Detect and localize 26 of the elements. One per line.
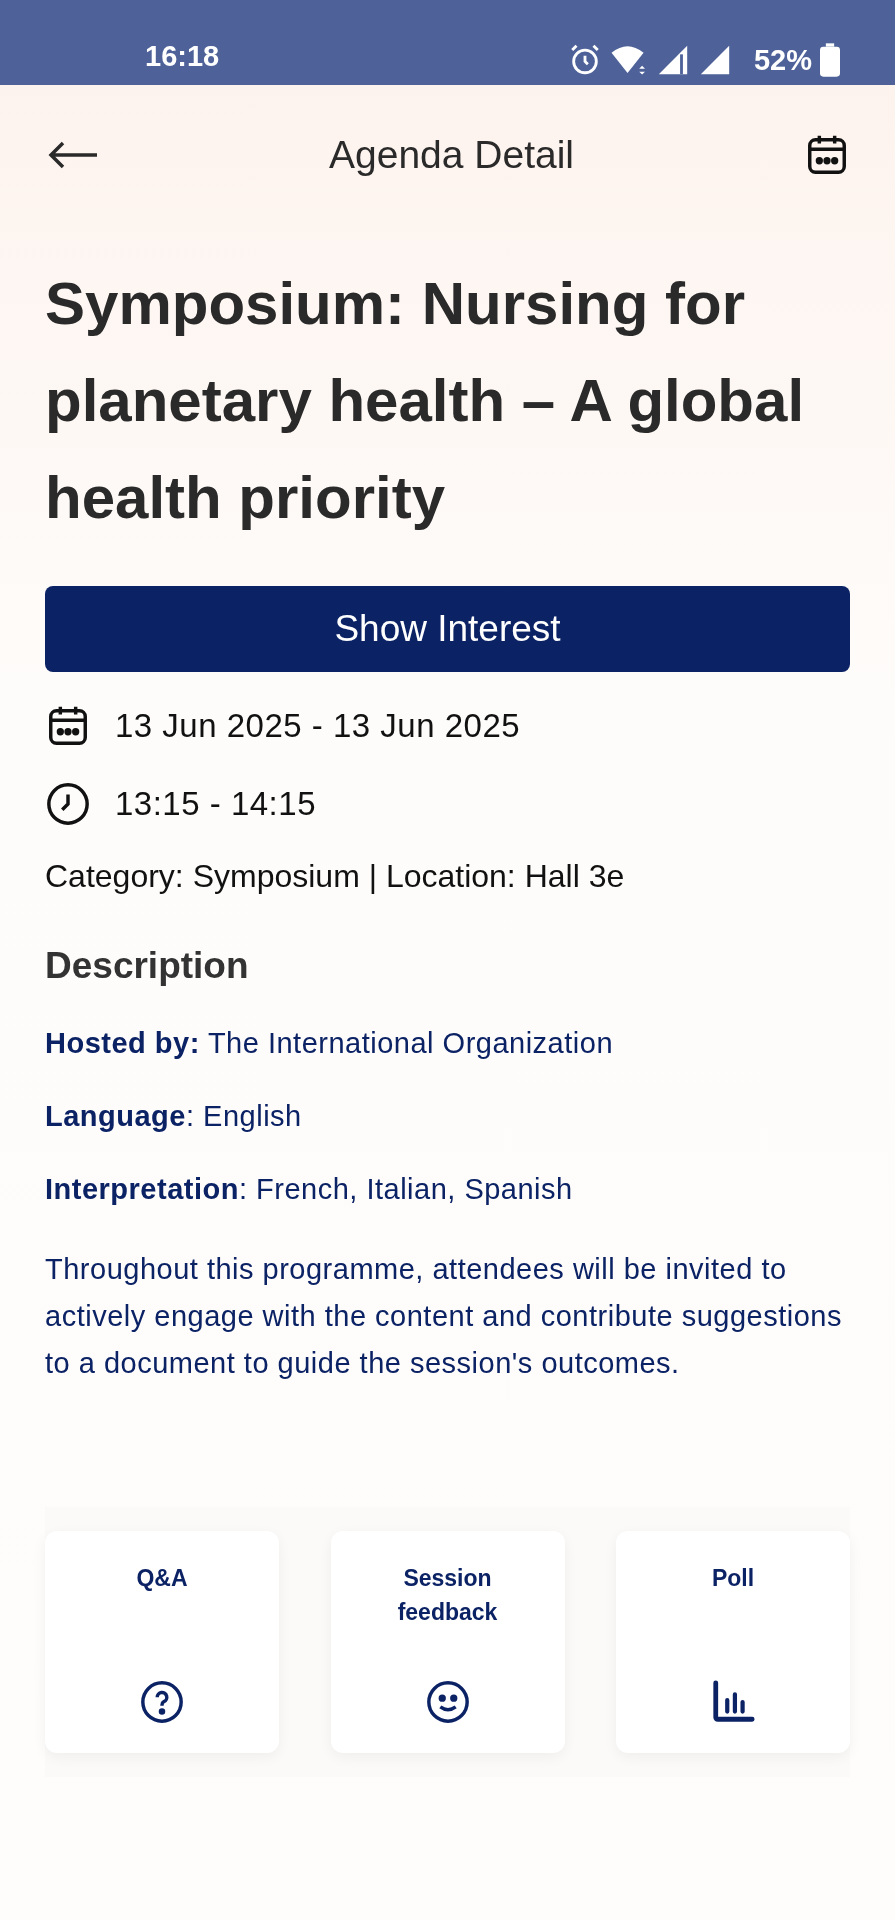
page-title: Agenda Detail (329, 133, 574, 177)
battery-icon (820, 43, 840, 77)
smiley-icon (424, 1679, 471, 1725)
wifi-icon (609, 44, 648, 76)
battery-level: 52% (753, 43, 812, 77)
bar-chart-icon (710, 1679, 756, 1725)
show-interest-button[interactable]: Show Interest (45, 586, 850, 672)
card-label: Session feedback (396, 1564, 499, 1627)
description-line: Interpretation: French, Italian, Spanish (45, 1173, 574, 1206)
description-paragraph: Throughout this programme, attendees will be invited to actively engage with the content and contribute suggestions to a document to guide the session's outcomes. (45, 1252, 843, 1381)
category-location: Category: Symposium | Location: Hall 3e (45, 858, 626, 895)
description-line: Language: English (45, 1100, 303, 1133)
event-title: Symposium: Nursing for planetary health – A global health priority (45, 269, 806, 533)
description-line: Hosted by: The International Organization (45, 1027, 614, 1060)
action-card[interactable]: Q&A (45, 1531, 279, 1753)
back-arrow-icon[interactable] (47, 140, 99, 170)
card-label: Poll (711, 1564, 755, 1593)
section-heading: Description (45, 945, 250, 987)
clock-icon (45, 781, 91, 827)
action-card[interactable]: Poll (616, 1531, 850, 1753)
action-card[interactable]: Session feedback (330, 1531, 565, 1753)
card-label: Q&A (136, 1564, 188, 1593)
clock-time: 16:18 (145, 40, 220, 74)
question-icon (139, 1679, 185, 1725)
date-range: 13 Jun 2025 - 13 Jun 2025 (115, 707, 521, 745)
time-range: 13:15 - 14:15 (115, 785, 316, 823)
